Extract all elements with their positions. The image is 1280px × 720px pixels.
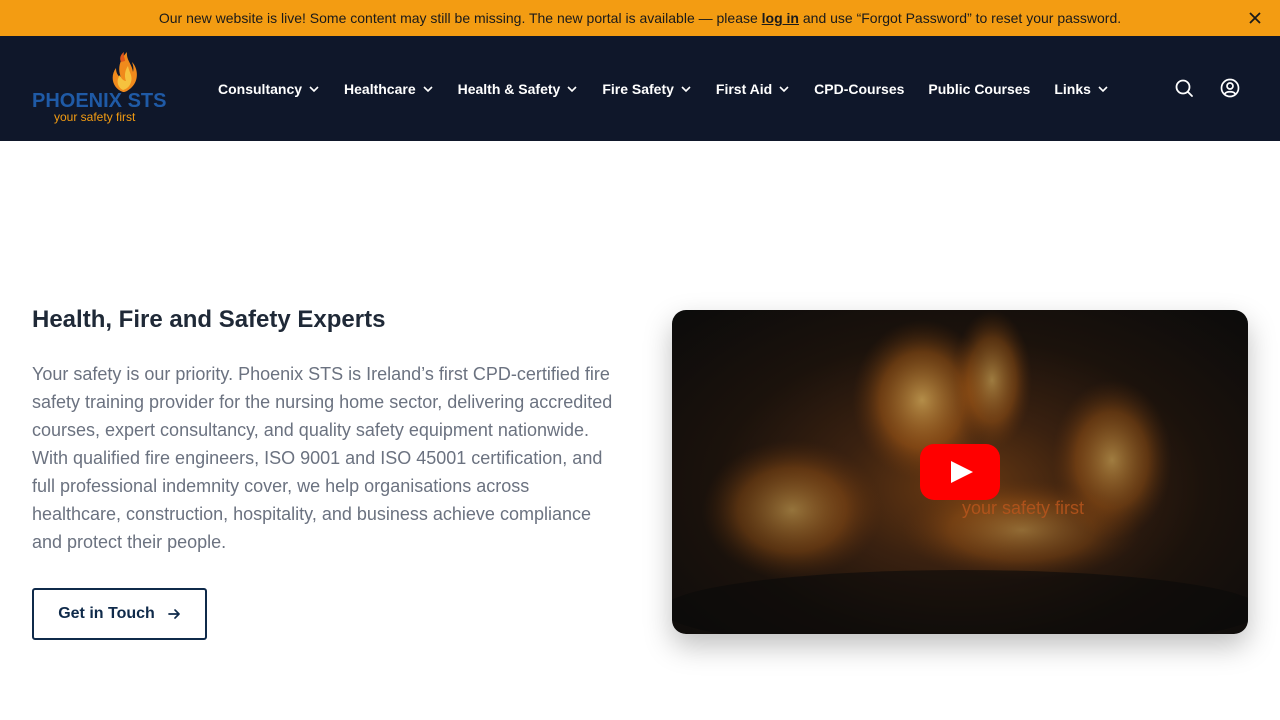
arrow-right-icon (167, 609, 180, 619)
nav-item-healthcare[interactable]: Healthcare (344, 81, 434, 97)
get-in-touch-label: Get in Touch (58, 605, 155, 622)
nav-item-label: First Aid (715, 80, 773, 97)
get-in-touch-button[interactable]: Get in Touch (32, 588, 207, 640)
nav-item-label: Health & Safety (457, 80, 561, 97)
nav-item-label: Healthcare (344, 80, 416, 97)
nav-item-fire-safety[interactable]: Fire Safety (602, 81, 692, 97)
phoenix-flame-icon (112, 52, 137, 92)
close-icon[interactable] (1246, 9, 1264, 27)
chevron-down-icon (309, 85, 319, 92)
hero-description: Your safety is our priority. Phoenix STS… (32, 364, 613, 552)
announcement-bar: Our new website is live! Some content ma… (0, 0, 1280, 36)
chevron-down-icon (681, 85, 691, 92)
nav-item-cpd-courses[interactable]: CPD-Courses (814, 81, 904, 97)
announcement-text-after: and use “Forgot Password” to reset your … (798, 10, 1122, 26)
logo[interactable]: PHOENIX STS your safety first (30, 50, 166, 128)
nav-item-links[interactable]: Links (1054, 81, 1109, 97)
nav-item-label: Public Courses (928, 80, 1031, 97)
announcement-text-before: Our new website is live! Some content ma… (158, 10, 762, 26)
nav-item-first-aid[interactable]: First Aid (716, 81, 790, 97)
nav-item-consultancy[interactable]: Consultancy (218, 81, 320, 97)
search-icon[interactable] (1174, 78, 1194, 98)
video-player[interactable]: your safety first (672, 310, 1248, 634)
nav-item-label: Links (1054, 80, 1091, 97)
site-header: PHOENIX STS your safety first Consultanc… (0, 36, 1280, 141)
chevron-down-icon (567, 85, 577, 92)
page-title: Health, Fire and Safety Experts (32, 306, 386, 333)
nav-item-label: Consultancy (218, 80, 303, 97)
chevron-down-icon (423, 85, 433, 92)
nav-item-label: CPD-Courses (814, 80, 905, 97)
video-caption: your safety first (962, 498, 1084, 518)
nav-item-label: Fire Safety (602, 80, 674, 97)
announcement-text: Our new website is live! Some content ma… (159, 10, 1121, 26)
main-nav: Consultancy Healthcare Health & Safety F… (218, 36, 1133, 141)
youtube-play-icon[interactable] (920, 444, 1000, 500)
chevron-down-icon (1098, 85, 1108, 92)
nav-item-public-courses[interactable]: Public Courses (928, 81, 1030, 97)
login-link[interactable]: log in (762, 10, 799, 26)
user-account-icon[interactable] (1220, 78, 1240, 98)
nav-item-health-safety[interactable]: Health & Safety (458, 81, 579, 97)
chevron-down-icon (779, 85, 789, 92)
logo-tagline: your safety first (54, 110, 136, 124)
